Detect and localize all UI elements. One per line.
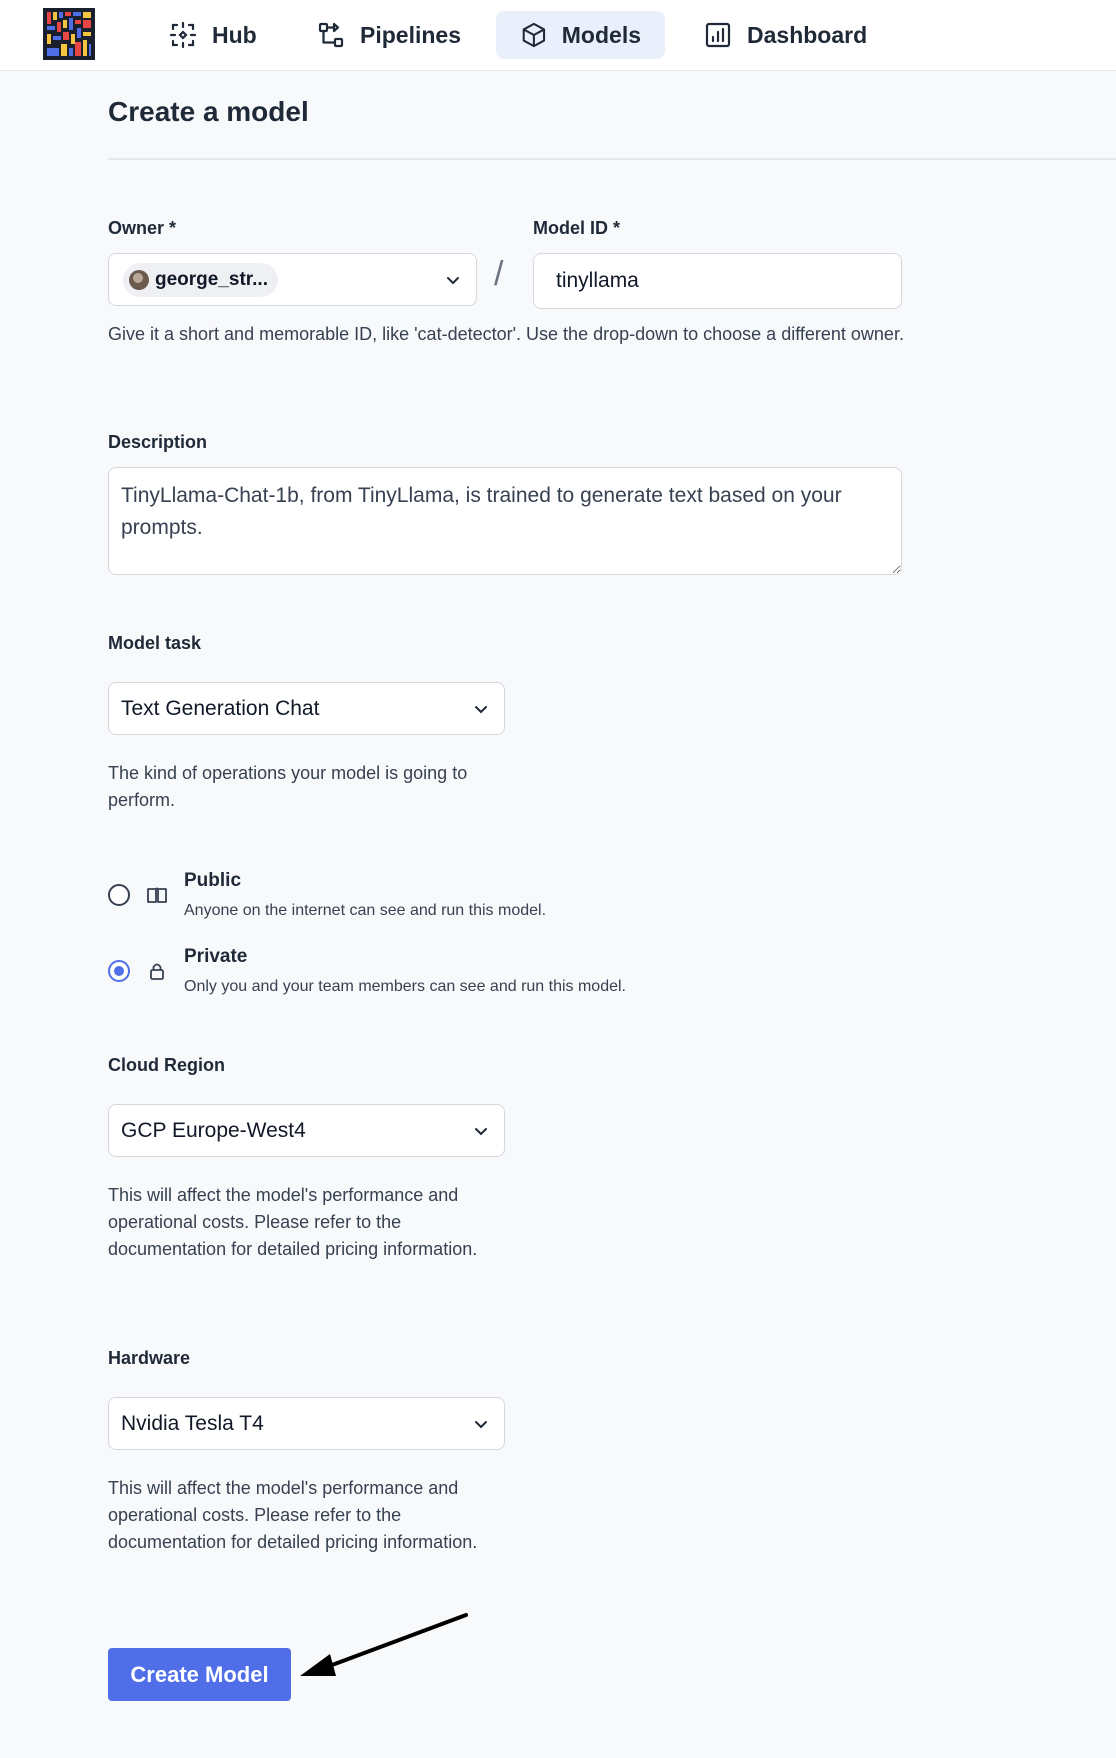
- page-title: Create a model: [108, 96, 309, 127]
- hardware-label: Hardware: [108, 1348, 191, 1368]
- nav-label-hub: Hub: [212, 21, 257, 48]
- hardware-select[interactable]: Nvidia Tesla T4: [108, 1397, 505, 1450]
- model-id-input[interactable]: [533, 253, 902, 309]
- chart-icon: [705, 22, 731, 48]
- model-task-help-text: The kind of operations your model is goi…: [108, 763, 468, 810]
- model-id-label: Model ID *: [533, 218, 621, 238]
- hardware-help-text: This will affect the model's performance…: [108, 1478, 478, 1552]
- public-radio[interactable]: [108, 884, 130, 906]
- private-option-description: Only you and your team members can see a…: [184, 978, 626, 995]
- title-divider: [108, 158, 1116, 160]
- nav-label-dashboard: Dashboard: [747, 21, 868, 48]
- lock-icon: [150, 963, 164, 980]
- model-task-select[interactable]: Text Generation Chat: [108, 682, 505, 735]
- owner-chip: george_str...: [123, 263, 278, 297]
- nav-label-pipelines: Pipelines: [360, 21, 461, 48]
- owner-id-separator: /: [494, 255, 504, 293]
- pointer-arrow-annotation: [300, 1613, 468, 1676]
- hub-icon: [169, 21, 197, 49]
- owner-label: Owner *: [108, 218, 177, 238]
- private-radio[interactable]: [108, 960, 130, 982]
- description-label: Description: [108, 432, 208, 452]
- chevron-down-icon: [475, 1420, 487, 1428]
- model-task-value: Text Generation Chat: [121, 696, 320, 720]
- description-textarea[interactable]: [108, 467, 902, 575]
- cube-icon: [522, 22, 546, 48]
- public-option-description: Anyone on the internet can see and run t…: [184, 902, 547, 919]
- owner-value: george_str...: [155, 269, 268, 290]
- pipelines-icon: [318, 22, 344, 48]
- avatar: [129, 270, 149, 290]
- cloud-region-help-text: This will affect the model's performance…: [108, 1185, 478, 1259]
- chevron-down-icon: [475, 1127, 487, 1135]
- app-logo[interactable]: [43, 8, 95, 60]
- top-navigation-bar: Hub Pipelines Models Dashboard: [0, 0, 1116, 71]
- nav-item-hub[interactable]: Hub: [144, 11, 281, 59]
- chevron-down-icon: [475, 705, 487, 713]
- cloud-region-select[interactable]: GCP Europe-West4: [108, 1104, 505, 1157]
- public-option-title: Public: [184, 870, 242, 891]
- private-option-title: Private: [184, 946, 248, 967]
- cloud-region-label: Cloud Region: [108, 1055, 225, 1075]
- owner-select[interactable]: george_str...: [108, 253, 477, 306]
- chevron-down-icon: [447, 276, 459, 284]
- nav-item-pipelines[interactable]: Pipelines: [292, 11, 485, 59]
- nav-item-models[interactable]: Models: [496, 11, 665, 59]
- book-icon: [147, 887, 167, 903]
- nav-label-models: Models: [561, 21, 641, 48]
- model-id-help-text: Give it a short and memorable ID, like '…: [108, 324, 904, 344]
- create-model-button[interactable]: Create Model: [108, 1648, 291, 1701]
- nav-item-dashboard[interactable]: Dashboard: [679, 11, 891, 59]
- cloud-region-value: GCP Europe-West4: [121, 1118, 306, 1142]
- model-task-label: Model task: [108, 633, 202, 653]
- hardware-value: Nvidia Tesla T4: [121, 1411, 264, 1435]
